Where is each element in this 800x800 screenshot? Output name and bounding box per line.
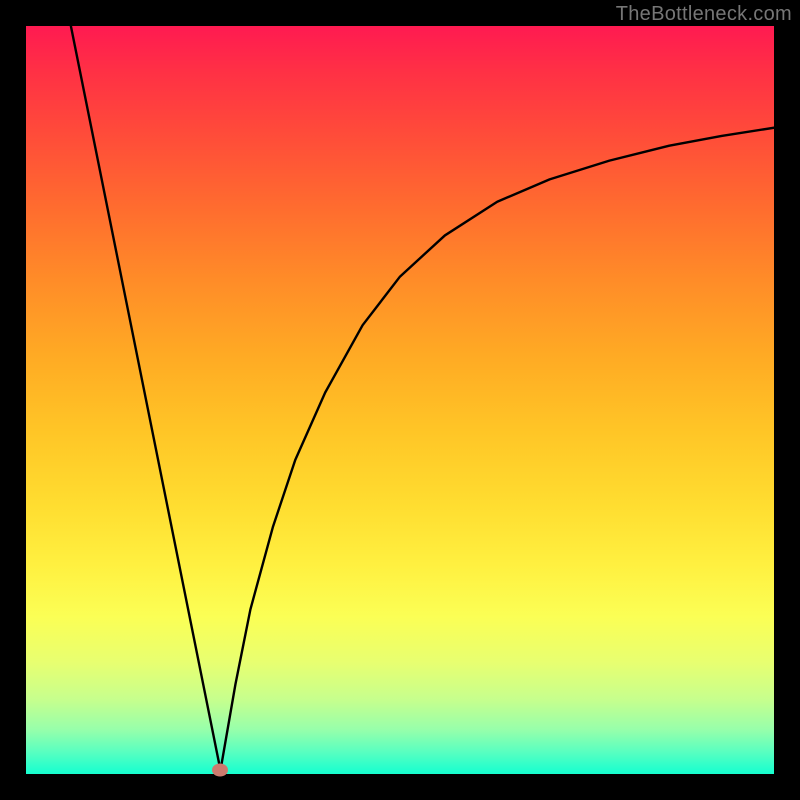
curve-svg: [26, 26, 774, 774]
watermark-text: TheBottleneck.com: [616, 3, 792, 26]
plot-area: [26, 26, 774, 774]
chart-frame: TheBottleneck.com: [0, 0, 800, 800]
optimal-point-marker: [212, 764, 228, 777]
bottleneck-curve-left: [71, 26, 221, 770]
bottleneck-curve-right: [220, 128, 774, 771]
